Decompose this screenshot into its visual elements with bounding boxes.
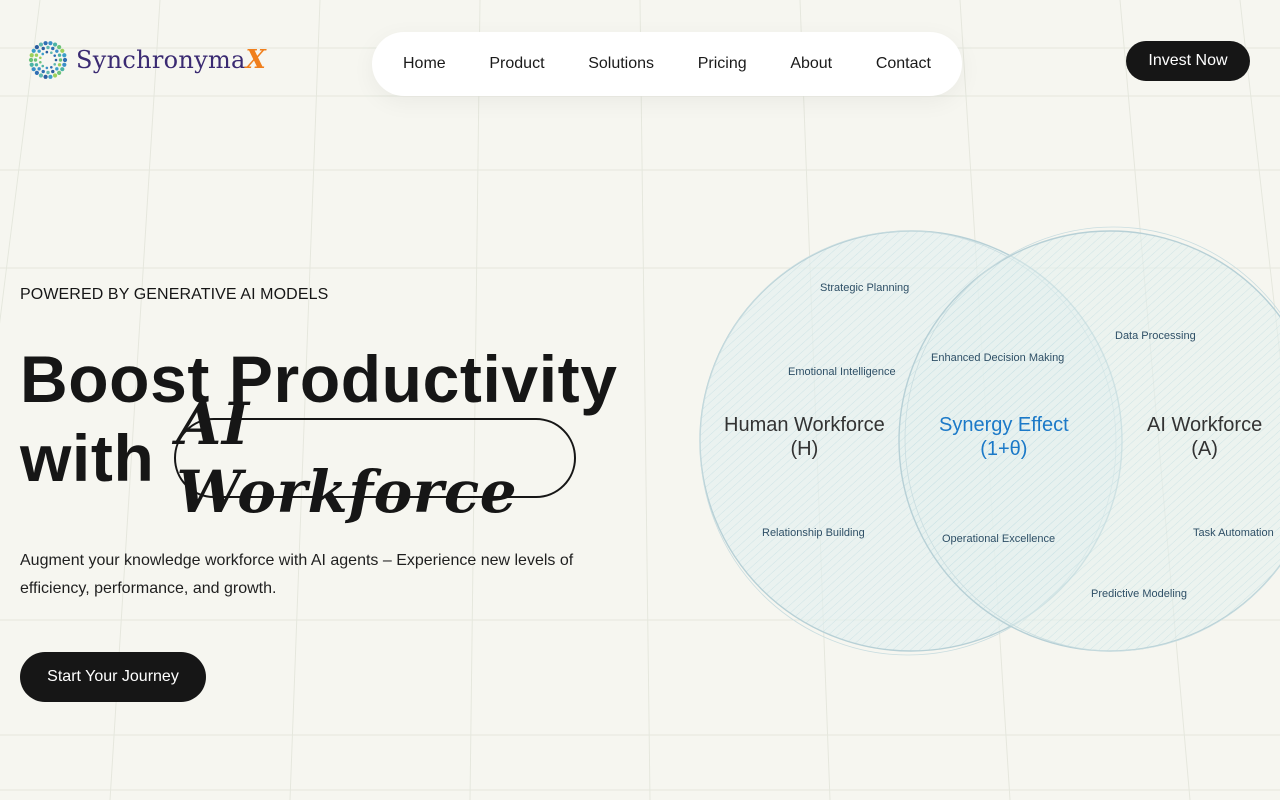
venn-relationship-building: Relationship Building xyxy=(762,527,865,539)
venn-enhanced-decision-making: Enhanced Decision Making xyxy=(931,352,1065,364)
logo-dots-icon xyxy=(28,41,68,79)
start-journey-button[interactable]: Start Your Journey xyxy=(20,652,206,702)
hero-headline: Boost Productivity with AI Workforce xyxy=(20,340,618,526)
ai-workforce-label: AI Workforce (A) xyxy=(1147,413,1262,461)
human-workforce-title: Human Workforce xyxy=(724,414,885,436)
venn-emotional-intelligence: Emotional Intelligence xyxy=(788,366,896,378)
nav-contact[interactable]: Contact xyxy=(876,55,931,73)
hero-subtext: Augment your knowledge workforce with AI… xyxy=(20,552,574,597)
ai-workforce-title: AI Workforce xyxy=(1147,414,1263,436)
brand-suffix: X xyxy=(245,45,266,75)
human-workforce-label: Human Workforce (H) xyxy=(724,413,885,461)
nav-home[interactable]: Home xyxy=(403,55,446,73)
nav-pricing[interactable]: Pricing xyxy=(698,55,747,73)
synergy-effect-label: Synergy Effect (1+θ) xyxy=(939,413,1069,461)
invest-now-button[interactable]: Invest Now xyxy=(1126,41,1250,81)
brand-logo[interactable]: Synchronyma X xyxy=(28,41,266,79)
main-nav: Home Product Solutions Pricing About Con… xyxy=(372,32,962,96)
venn-data-processing: Data Processing xyxy=(1115,330,1196,342)
headline-line-2: with AI Workforce xyxy=(20,390,618,526)
synergy-effect-title: Synergy Effect xyxy=(939,414,1069,436)
venn-task-automation: Task Automation xyxy=(1193,527,1274,539)
brand-name: Synchronyma xyxy=(76,46,246,74)
headline-with: with xyxy=(20,421,155,495)
venn-strategic-planning: Strategic Planning xyxy=(820,282,910,294)
headline-highlight: AI Workforce xyxy=(176,390,518,526)
nav-product[interactable]: Product xyxy=(489,55,544,73)
nav-about[interactable]: About xyxy=(790,55,832,73)
ai-workforce-symbol: (A) xyxy=(1191,438,1218,460)
nav-solutions[interactable]: Solutions xyxy=(588,55,654,73)
venn-operational-excellence: Operational Excellence xyxy=(942,533,1056,545)
synergy-effect-symbol: (1+θ) xyxy=(980,438,1028,460)
headline-highlight-pill: AI Workforce xyxy=(174,390,577,526)
hero-eyebrow: POWERED BY GENERATIVE AI MODELS xyxy=(20,286,329,303)
human-workforce-symbol: (H) xyxy=(790,438,819,460)
venn-predictive-modeling: Predictive Modeling xyxy=(1091,588,1187,600)
